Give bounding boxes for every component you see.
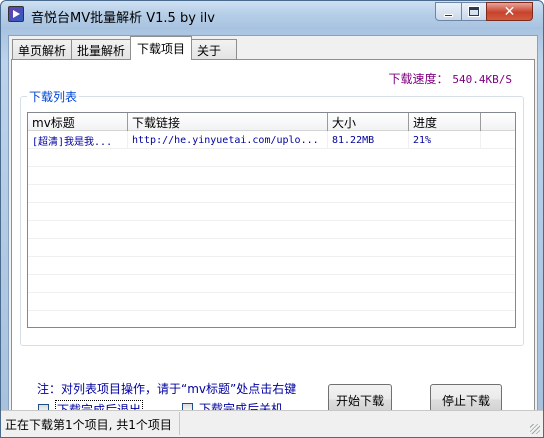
empty-row: [28, 149, 515, 167]
empty-row: [28, 185, 515, 203]
cell-progress: 21%: [409, 131, 481, 149]
column-header-size[interactable]: 大小: [328, 113, 409, 131]
empty-row: [28, 167, 515, 185]
column-header-title[interactable]: mv标题: [28, 113, 128, 131]
window-title: 音悦台MV批量解析 V1.5 by ilv: [31, 11, 215, 26]
close-button[interactable]: ✕: [486, 2, 533, 21]
title-bar[interactable]: 音悦台MV批量解析 V1.5 by ilv ✕: [1, 1, 543, 29]
status-text: 正在下载第1个项目, 共1个项目: [5, 418, 172, 432]
empty-row: [28, 293, 515, 311]
tab-about[interactable]: 关于: [191, 39, 238, 60]
download-speed-label: 下载速度：: [388, 72, 449, 86]
cell-size: 81.22MB: [328, 131, 409, 149]
status-panel: [179, 412, 541, 435]
app-window: 音悦台MV批量解析 V1.5 by ilv ✕ 单页解析 批量解析 下载项目 关…: [0, 0, 544, 438]
tab-single-page-parse[interactable]: 单页解析: [12, 39, 73, 60]
column-header-filler: [481, 113, 515, 131]
minimize-icon: [444, 13, 453, 17]
usage-note: 注：对列表项目操作，请于“mv标题”处点击右键: [37, 382, 297, 396]
download-speed: 下载速度： 540.4KB/S: [389, 70, 512, 87]
cell-link: http://he.yinyuetai.com/uplo...: [128, 131, 328, 149]
empty-row: [28, 275, 515, 293]
empty-row: [28, 203, 515, 221]
download-items-panel: 下载速度： 540.4KB/S 下载列表 mv标题 下载链接 大小 进度 [超清…: [11, 59, 535, 419]
tab-batch-parse[interactable]: 批量解析: [71, 39, 132, 60]
maximize-button[interactable]: [461, 2, 487, 21]
column-header-link[interactable]: 下载链接: [128, 113, 328, 131]
resize-grip-icon[interactable]: [530, 424, 540, 434]
app-icon: [8, 6, 24, 22]
list-header: mv标题 下载链接 大小 进度: [28, 113, 515, 131]
download-speed-value: 540.4KB/S: [452, 73, 512, 86]
table-row[interactable]: [超清]我是我... http://he.yinyuetai.com/uplo.…: [28, 131, 515, 149]
close-icon: ✕: [503, 3, 516, 20]
download-list-legend: 下载列表: [27, 88, 80, 105]
empty-row: [28, 257, 515, 275]
client-area: 单页解析 批量解析 下载项目 关于 下载速度： 540.4KB/S 下载列表 m…: [8, 35, 538, 419]
download-list-view[interactable]: mv标题 下载链接 大小 进度 [超清]我是我... http://he.yin…: [27, 112, 516, 328]
minimize-button[interactable]: [435, 2, 462, 21]
cell-title[interactable]: [超清]我是我...: [28, 131, 128, 149]
maximize-icon: [469, 7, 479, 16]
tab-strip: 单页解析 批量解析 下载项目 关于: [12, 36, 238, 60]
empty-row: [28, 221, 515, 239]
tab-download-items[interactable]: 下载项目: [130, 36, 193, 60]
empty-row: [28, 239, 515, 257]
status-bar: 正在下载第1个项目, 共1个项目: [1, 410, 543, 437]
column-header-progress[interactable]: 进度: [409, 113, 481, 131]
